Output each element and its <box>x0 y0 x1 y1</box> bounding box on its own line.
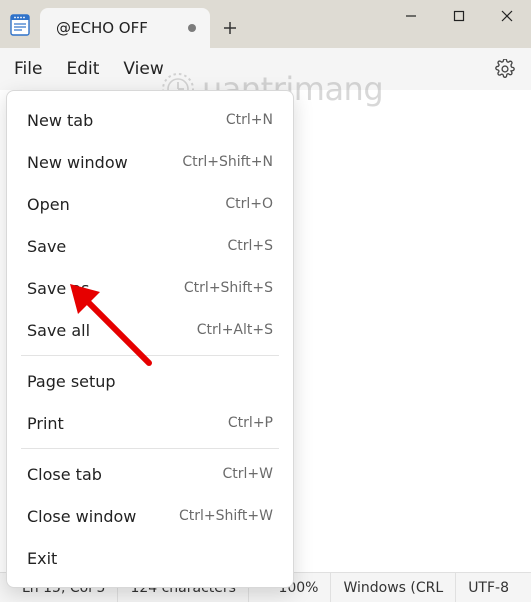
menu-item-close-window[interactable]: Close window Ctrl+Shift+W <box>11 495 289 537</box>
menu-item-open[interactable]: Open Ctrl+O <box>11 183 289 225</box>
maximize-icon <box>453 10 465 22</box>
menu-item-new-tab[interactable]: New tab Ctrl+N <box>11 99 289 141</box>
plus-icon <box>223 21 237 35</box>
menu-item-label: Print <box>27 414 228 433</box>
menu-item-shortcut: Ctrl+P <box>228 415 273 431</box>
gear-icon <box>495 59 515 79</box>
titlebar: @ECHO OFF <box>0 0 531 48</box>
menubar: File Edit View <box>0 48 531 90</box>
maximize-button[interactable] <box>435 0 483 32</box>
menu-separator <box>21 448 279 449</box>
minimize-icon <box>405 10 417 22</box>
menu-item-label: Open <box>27 195 225 214</box>
menu-item-save-all[interactable]: Save all Ctrl+Alt+S <box>11 309 289 351</box>
menu-edit[interactable]: Edit <box>66 59 99 79</box>
menu-view[interactable]: View <box>123 59 163 79</box>
settings-button[interactable] <box>493 57 517 81</box>
menu-item-print[interactable]: Print Ctrl+P <box>11 402 289 444</box>
menu-item-shortcut: Ctrl+Shift+N <box>182 154 273 170</box>
menu-item-label: Save all <box>27 321 197 340</box>
menu-item-label: New window <box>27 153 182 172</box>
menu-separator <box>21 355 279 356</box>
new-tab-button[interactable] <box>210 8 250 48</box>
menu-item-label: Exit <box>27 549 273 568</box>
app-icon <box>0 0 40 36</box>
window-controls <box>387 0 531 32</box>
unsaved-indicator-icon <box>188 24 196 32</box>
menu-item-save-as[interactable]: Save as Ctrl+Shift+S <box>11 267 289 309</box>
menu-item-shortcut: Ctrl+Shift+S <box>184 280 273 296</box>
menu-item-label: Save as <box>27 279 184 298</box>
menu-item-page-setup[interactable]: Page setup <box>11 360 289 402</box>
menu-item-exit[interactable]: Exit <box>11 537 289 579</box>
menu-item-label: Page setup <box>27 372 273 391</box>
menu-item-shortcut: Ctrl+Alt+S <box>197 322 273 338</box>
status-line-ending[interactable]: Windows (CRL <box>331 573 456 602</box>
menu-item-shortcut: Ctrl+S <box>227 238 273 254</box>
document-tab[interactable]: @ECHO OFF <box>40 8 210 48</box>
menu-item-label: Close window <box>27 507 179 526</box>
menu-item-label: New tab <box>27 111 226 130</box>
minimize-button[interactable] <box>387 0 435 32</box>
menu-item-label: Close tab <box>27 465 223 484</box>
menu-item-label: Save <box>27 237 227 256</box>
close-icon <box>501 10 513 22</box>
tab-title: @ECHO OFF <box>56 19 148 37</box>
menu-item-close-tab[interactable]: Close tab Ctrl+W <box>11 453 289 495</box>
file-menu-dropdown: New tab Ctrl+N New window Ctrl+Shift+N O… <box>6 90 294 588</box>
menu-file[interactable]: File <box>14 59 42 79</box>
menu-item-save[interactable]: Save Ctrl+S <box>11 225 289 267</box>
menu-item-shortcut: Ctrl+O <box>225 196 273 212</box>
menu-item-new-window[interactable]: New window Ctrl+Shift+N <box>11 141 289 183</box>
menu-item-shortcut: Ctrl+W <box>223 466 273 482</box>
status-encoding[interactable]: UTF-8 <box>456 573 521 602</box>
menu-item-shortcut: Ctrl+Shift+W <box>179 508 273 524</box>
close-button[interactable] <box>483 0 531 32</box>
menu-item-shortcut: Ctrl+N <box>226 112 273 128</box>
